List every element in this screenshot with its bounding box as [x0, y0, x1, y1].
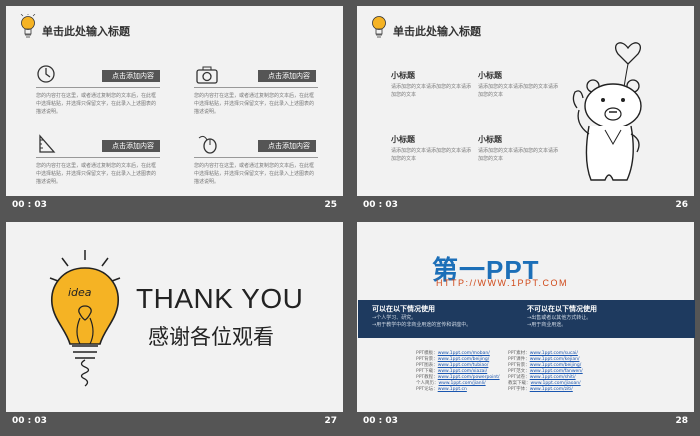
divider: [194, 157, 318, 158]
subtitle[interactable]: 小标题: [478, 134, 502, 145]
allowed-use-heading: 可以在以下情况使用: [372, 305, 435, 313]
bear-with-balloon-illustration: [572, 42, 642, 181]
content-tag[interactable]: 点击添加内容: [102, 140, 160, 152]
allowed-use-text: →个人学习、研究。 →用于教学中的非商业用途的宣传和讲座中。: [372, 315, 472, 328]
resource-link[interactable]: PPT字体：www.1ppt.com/ziti/: [508, 387, 583, 393]
slide-number: 27: [324, 416, 337, 426]
feature-description[interactable]: 您的内容打在这里，或者通过复制您的文本后，在此框中选择粘贴，并选择只保留文字，在…: [194, 162, 318, 186]
subtitle[interactable]: 小标题: [478, 70, 502, 81]
slide-timing: 00 : 03: [12, 416, 47, 426]
content-tag[interactable]: 点击添加内容: [258, 140, 316, 152]
divider: [36, 157, 160, 158]
disallowed-use-heading: 不可以在以下情况使用: [527, 305, 597, 313]
mouse-icon: [198, 135, 217, 154]
slide-number: 25: [324, 200, 337, 210]
slide-number: 28: [675, 416, 688, 426]
subtitle-text[interactable]: 请添加您的文本请添加您的文本请添加您的文本: [478, 147, 558, 163]
slide-canvas: 单击此处输入标题 点击添加内容 您的内容打在这里，或者通过复制您的文本后，在此框…: [6, 6, 343, 196]
slide-thumbnail-26[interactable]: 单击此处输入标题 小标题 请添加您的文本请添加您的文本请添加您的文本 小标题 请…: [357, 6, 694, 214]
bulb-word: idea: [68, 286, 92, 299]
slide-title[interactable]: 单击此处输入标题: [42, 23, 130, 39]
subtitle-text[interactable]: 请添加您的文本请添加您的文本请添加您的文本: [391, 147, 471, 163]
slide-canvas: 单击此处输入标题 小标题 请添加您的文本请添加您的文本请添加您的文本 小标题 请…: [357, 6, 694, 196]
brand-url[interactable]: HTTP://WWW.1PPT.COM: [436, 278, 568, 288]
slide-footer: 00 : 03 26: [357, 196, 694, 214]
thank-you-heading[interactable]: THANK YOU: [136, 283, 303, 315]
slide-footer: 00 : 03 27: [6, 412, 343, 430]
divider: [194, 87, 318, 88]
idea-lightbulb-illustration: idea: [49, 250, 121, 387]
subtitle[interactable]: 小标题: [391, 70, 415, 81]
slide-title[interactable]: 单击此处输入标题: [393, 23, 481, 39]
feature-description[interactable]: 您的内容打在这里，或者通过复制您的文本后，在此框中选择粘贴，并选择只保留文字，在…: [194, 92, 318, 116]
disallowed-use-text: →出售或者以其他方式转让。 →用于商业用途。: [527, 315, 592, 328]
feature-description[interactable]: 您的内容打在这里，或者通过复制您的文本后，在此框中选择粘贴，并选择只保留文字，在…: [36, 92, 160, 116]
subtitle-text[interactable]: 请添加您的文本请添加您的文本请添加您的文本: [391, 83, 471, 99]
slide-thumbnail-25[interactable]: 单击此处输入标题 点击添加内容 您的内容打在这里，或者通过复制您的文本后，在此框…: [6, 6, 343, 214]
resource-links-right: PPT素材：www.1ppt.com/sucai/ PPT课件：www.1ppt…: [508, 351, 583, 393]
slide-timing: 00 : 03: [363, 200, 398, 210]
resource-links-left: PPT模板：www.1ppt.com/moban/ PPT背景：www.1ppt…: [416, 351, 500, 393]
slide-timing: 00 : 03: [363, 416, 398, 426]
lightbulb-icon: [372, 16, 386, 38]
content-tag[interactable]: 点击添加内容: [258, 70, 316, 82]
content-tag[interactable]: 点击添加内容: [102, 70, 160, 82]
resource-link[interactable]: PPT论坛：www.1ppt.cn: [416, 387, 500, 393]
subtitle[interactable]: 小标题: [391, 134, 415, 145]
lightbulb-icon: [20, 14, 36, 38]
clock-icon: [37, 65, 55, 83]
slide-footer: 00 : 03 25: [6, 196, 343, 214]
subtitle-text[interactable]: 请添加您的文本请添加您的文本请添加您的文本: [478, 83, 558, 99]
slide-number: 26: [675, 200, 688, 210]
thank-you-subheading[interactable]: 感谢各位观看: [148, 321, 274, 351]
divider: [36, 87, 160, 88]
feature-description[interactable]: 您的内容打在这里，或者通过复制您的文本后，在此框中选择粘贴，并选择只保留文字，在…: [36, 162, 160, 186]
slide-footer: 00 : 03 28: [357, 412, 694, 430]
slide-timing: 00 : 03: [12, 200, 47, 210]
camera-icon: [196, 66, 218, 84]
ruler-pencil-icon: [39, 134, 56, 153]
